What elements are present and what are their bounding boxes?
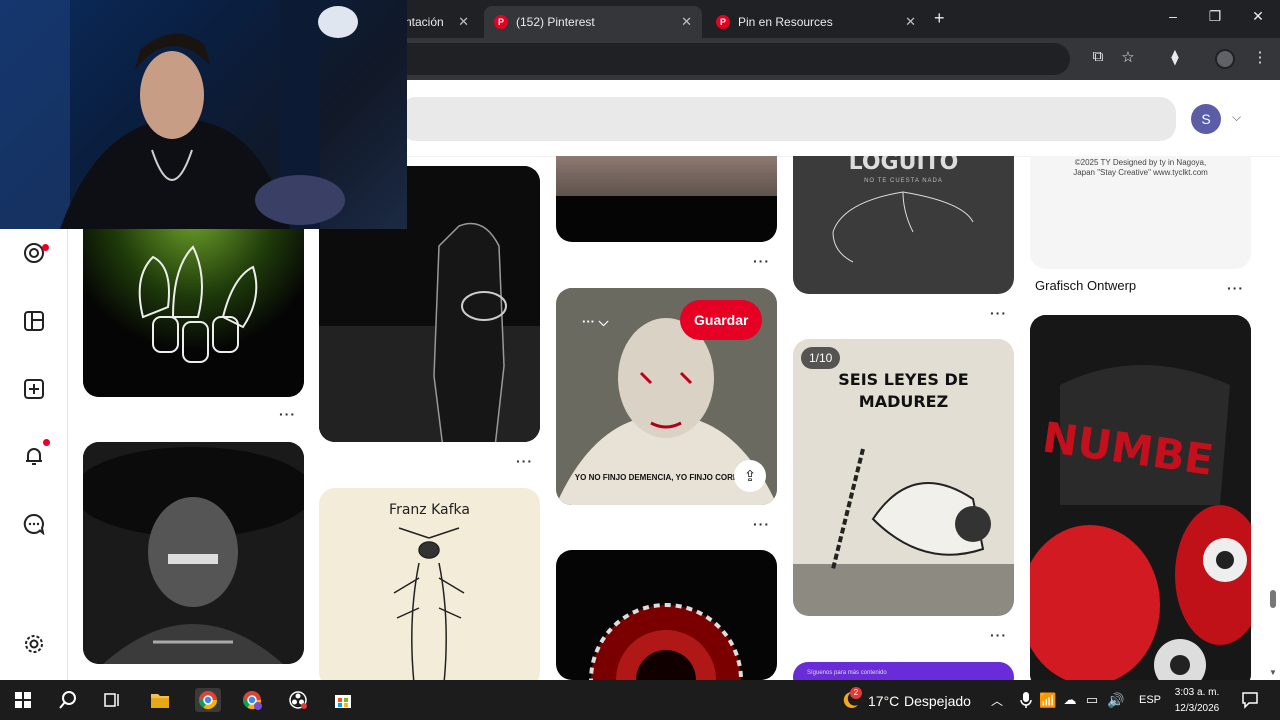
maximize-button[interactable]: ❐ xyxy=(1200,8,1230,25)
pin-red-bear[interactable]: NUMBE xyxy=(1030,315,1251,680)
address-bar[interactable] xyxy=(380,43,1070,75)
tab-title: Pin en Resources xyxy=(738,15,833,29)
windows-start-icon[interactable] xyxy=(11,688,35,712)
scroll-down-icon[interactable]: ▼ xyxy=(1269,668,1277,677)
tab-close-icon[interactable]: ✕ xyxy=(458,14,469,30)
boards-icon[interactable] xyxy=(22,309,46,333)
chrome-profile-icon[interactable] xyxy=(240,688,264,712)
pin-clown[interactable]: ··· ⌵ Guardar YO NO FINJO DEMENCIA, YO F… xyxy=(556,288,777,505)
pin-text: ©2025 TY Designed by ty in Nagoya, Japan… xyxy=(1073,158,1208,177)
weather-temperature[interactable]: 17°C xyxy=(868,693,899,709)
tab-pinterest[interactable]: P (152) Pinterest ✕ xyxy=(484,6,702,38)
avatar[interactable]: S xyxy=(1191,104,1221,134)
extensions-icon[interactable]: ⧫ xyxy=(1164,48,1186,66)
tab-close-icon[interactable]: ✕ xyxy=(905,14,916,30)
pin-more-options-button[interactable]: ··· xyxy=(753,253,770,269)
save-button[interactable]: Guardar xyxy=(680,300,763,340)
pinterest-favicon-icon: P xyxy=(494,15,508,29)
tab-presentacion[interactable]: ntación ✕ xyxy=(395,6,479,38)
windows-taskbar: 2 17°C Despejado ︿ 📶 ☁ ▭ 🔊 ESP 3:03 a. m… xyxy=(0,680,1280,720)
language-indicator[interactable]: ESP xyxy=(1139,694,1161,706)
new-tab-button[interactable]: + xyxy=(934,8,945,29)
clock-time[interactable]: 3:03 a. m. xyxy=(1166,686,1228,699)
notification-center-icon[interactable] xyxy=(1238,688,1262,712)
pin-more-options-button[interactable]: ··· xyxy=(990,627,1007,643)
browser-menu-icon[interactable]: ⋮ xyxy=(1249,48,1271,66)
minimize-button[interactable]: – xyxy=(1158,8,1188,24)
messages-icon[interactable] xyxy=(22,512,46,536)
network-icon[interactable]: 📶 xyxy=(1036,688,1060,712)
notifications-icon[interactable] xyxy=(22,444,46,468)
chevron-up-icon[interactable]: ︿ xyxy=(985,688,1009,712)
bookmark-star-icon[interactable]: ☆ xyxy=(1117,48,1139,66)
battery-icon[interactable]: ▭ xyxy=(1080,688,1104,712)
share-icon[interactable]: ⇪ xyxy=(734,460,766,492)
pin-caption[interactable]: Grafisch Ontwerp xyxy=(1035,278,1136,293)
tab-close-icon[interactable]: ✕ xyxy=(681,14,692,30)
webcam-overlay xyxy=(0,0,407,229)
pin-red-eye-circle[interactable] xyxy=(556,550,777,680)
pin-more-options-button[interactable]: ··· xyxy=(516,453,533,469)
notification-dot xyxy=(42,244,49,251)
microsoft-store-icon[interactable] xyxy=(331,688,355,712)
volume-icon[interactable]: 🔊 xyxy=(1104,688,1128,712)
task-view-icon[interactable] xyxy=(100,688,124,712)
install-app-icon[interactable]: ⧉ xyxy=(1087,48,1109,65)
pin-grinning-hood[interactable] xyxy=(83,442,304,664)
pin-seis-leyes[interactable]: 1/10 SEIS LEYES DE MADUREZ xyxy=(793,339,1014,616)
onedrive-icon[interactable]: ☁ xyxy=(1058,688,1082,712)
tab-title: (152) Pinterest xyxy=(516,15,595,29)
search-input[interactable] xyxy=(400,97,1176,141)
chevron-down-icon[interactable]: ⌵ xyxy=(1232,110,1241,125)
page-scrollbar[interactable] xyxy=(1270,590,1276,608)
microphone-icon[interactable] xyxy=(1014,688,1038,712)
pinterest-favicon-icon: P xyxy=(716,15,730,29)
settings-icon[interactable] xyxy=(22,632,46,656)
close-window-button[interactable]: ✕ xyxy=(1243,8,1273,25)
pin-ty-design[interactable]: ©2025 TY Designed by ty in Nagoya, Japan… xyxy=(1030,156,1251,269)
file-explorer-icon[interactable] xyxy=(148,688,172,712)
pin-more-options-button[interactable]: ··· xyxy=(753,516,770,532)
pin-more-options-button[interactable]: ··· xyxy=(990,305,1007,321)
weather-description[interactable]: Despejado xyxy=(904,693,971,709)
pin-more-options-button[interactable]: ··· xyxy=(1227,280,1244,296)
pin-more-options-button[interactable]: ··· ⌵ xyxy=(582,314,608,330)
tab-pin-en-resources[interactable]: P Pin en Resources ✕ xyxy=(706,6,926,38)
pin-dark-top[interactable] xyxy=(556,156,777,242)
tab-title: ntación xyxy=(405,15,444,29)
browser-profile-avatar[interactable] xyxy=(1215,49,1235,69)
pin-promo[interactable]: Síguenos para más contenido xyxy=(793,662,1014,680)
pin-more-options-button[interactable]: ··· xyxy=(279,406,296,422)
obs-recorder-icon[interactable] xyxy=(286,688,310,712)
clock-date[interactable]: 12/3/2026 xyxy=(1166,702,1228,715)
search-icon[interactable] xyxy=(56,688,80,712)
create-icon[interactable] xyxy=(22,377,46,401)
pin-loguito[interactable]: LOGUITO NO TE CUESTA NADA xyxy=(793,156,1014,294)
weather-badge: 2 xyxy=(850,687,862,699)
pin-franz-kafka[interactable]: Franz Kafka xyxy=(319,488,540,680)
chrome-icon[interactable] xyxy=(195,688,221,712)
promo-text: Síguenos para más contenido xyxy=(807,670,887,676)
notification-dot xyxy=(43,439,50,446)
